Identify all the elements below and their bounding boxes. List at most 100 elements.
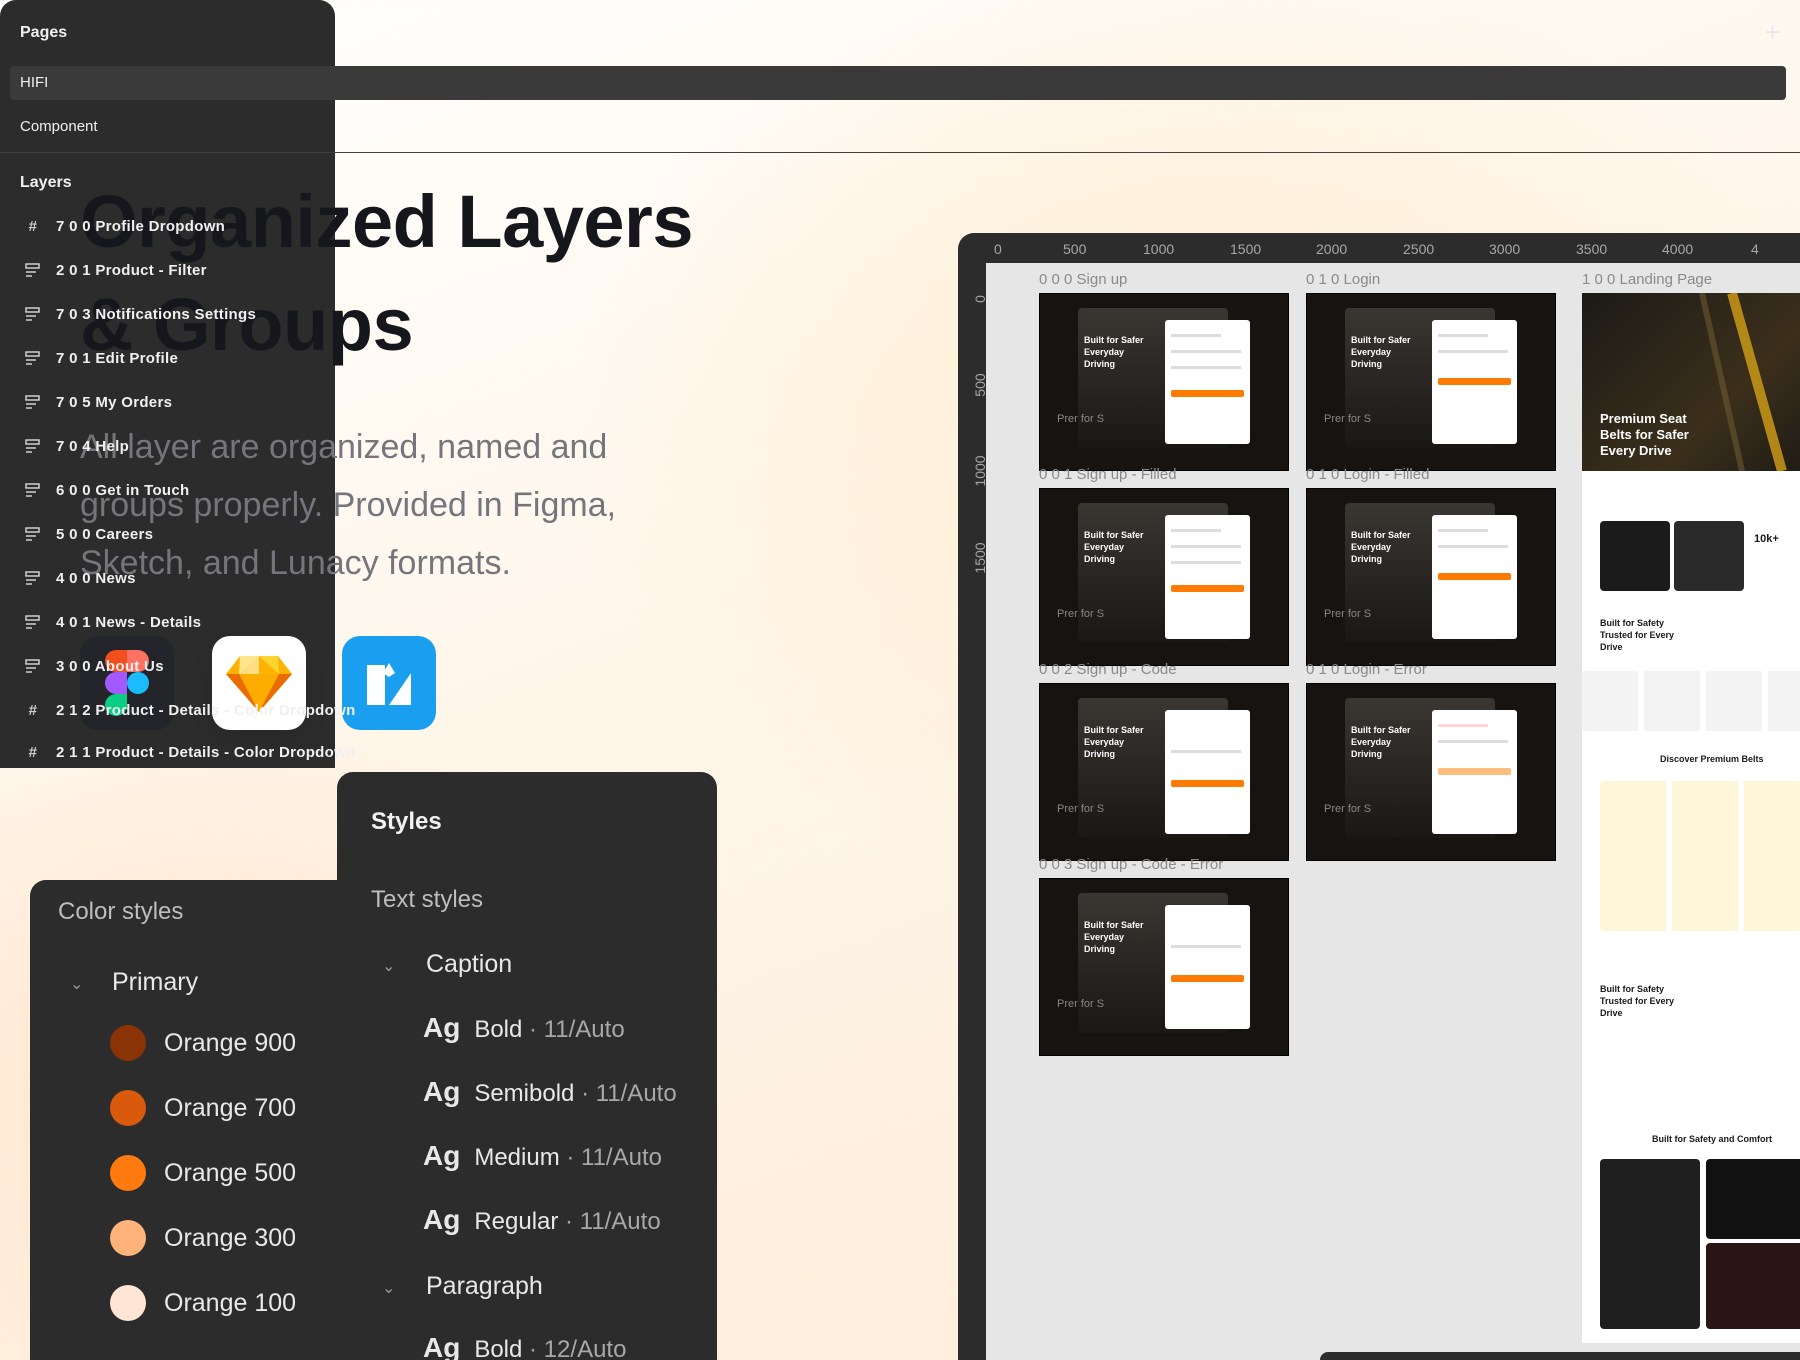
frame-label[interactable]: 0 1 0 Login - Error — [1306, 661, 1427, 678]
styles-panel: Styles Text styles ⌄ Caption Ag Bold · 1… — [337, 772, 717, 1360]
frame-thumbnail[interactable]: Built for Safer Everyday Driving Prer fo… — [1039, 878, 1289, 1056]
landing-section-title: Built for Safety Trusted for Every Drive — [1600, 618, 1675, 652]
frame-side-text: Prer for S — [1324, 803, 1372, 815]
color-styles-title: Color styles — [58, 898, 184, 925]
styles-title: Styles — [371, 808, 442, 835]
color-style-item[interactable]: Orange 900 — [110, 1025, 296, 1061]
frame-thumbnail[interactable]: Built for Safer Everyday Driving Prer fo… — [1039, 683, 1289, 861]
form-card — [1432, 320, 1517, 444]
form-card — [1165, 710, 1250, 834]
text-style-weight: Regular — [474, 1208, 559, 1235]
section-icon — [24, 393, 42, 411]
text-style-preview: Ag — [423, 1012, 461, 1043]
frame-thumbnail[interactable]: Built for Safer Everyday Driving Prer fo… — [1306, 683, 1556, 861]
color-style-item[interactable]: Orange 500 — [110, 1155, 296, 1191]
color-style-name: Orange 100 — [164, 1288, 297, 1317]
text-style-item[interactable]: Ag Bold · 12/Auto — [423, 1332, 626, 1360]
frame-thumbnail[interactable]: Built for Safer Everyday Driving Prer fo… — [1039, 293, 1289, 471]
lunacy-app-icon — [342, 636, 436, 730]
frame-icon: # — [28, 217, 38, 235]
text-style-weight: Semibold — [474, 1080, 575, 1107]
color-style-name: Orange 300 — [164, 1223, 297, 1252]
color-style-item[interactable]: Orange 300 — [110, 1220, 296, 1256]
frame-side-text: Prer for S — [1057, 803, 1105, 815]
frame-label[interactable]: 0 0 3 Sign up - Code - Error — [1039, 856, 1223, 873]
section-icon — [24, 261, 42, 279]
landing-page-thumbnail[interactable]: Premium Seat Belts for Safer Every Drive… — [1582, 293, 1800, 1343]
layer-item[interactable]: 2 0 1 Product - Filter — [24, 261, 207, 279]
layer-item[interactable]: 7 0 4 Help — [24, 437, 129, 455]
landing-card — [1706, 1243, 1800, 1329]
layer-item[interactable]: 6 0 0 Get in Touch — [24, 481, 189, 499]
text-style-meta: · 11/Auto — [565, 1208, 661, 1235]
frame-thumbnail[interactable]: Built for Safer Everyday Driving Prer fo… — [1306, 293, 1556, 471]
page-subtitle: All layer are organized, named and group… — [80, 428, 617, 582]
color-style-item[interactable]: Orange 700 — [110, 1090, 296, 1126]
canvas-area[interactable]: 0 0 0 Sign up Built for Safer Everyday D… — [986, 263, 1800, 1360]
layer-item[interactable]: 7 0 3 Notifications Settings — [24, 305, 256, 323]
pages-title: Pages — [20, 24, 68, 41]
frame-label[interactable]: 0 0 0 Sign up — [1039, 271, 1127, 288]
section-icon — [24, 305, 42, 323]
frame-side-text: Prer for S — [1057, 413, 1105, 425]
text-style-meta: · 11/Auto — [581, 1080, 677, 1107]
layer-item[interactable]: 5 0 0 Careers — [24, 525, 153, 543]
text-style-group-paragraph[interactable]: Paragraph — [426, 1272, 543, 1301]
frame-label[interactable]: 0 0 2 Sign up - Code — [1039, 661, 1177, 678]
layer-item[interactable]: #2 1 1 Product - Details - Color Dropdow… — [24, 743, 356, 761]
text-style-group-caption[interactable]: Caption — [426, 950, 512, 979]
chevron-down-icon[interactable]: ⌄ — [70, 974, 83, 994]
layer-name: 3 0 0 About Us — [56, 657, 164, 675]
layer-item[interactable]: 7 0 5 My Orders — [24, 393, 172, 411]
layer-item[interactable]: 4 0 0 News — [24, 569, 136, 587]
color-swatch — [110, 1220, 146, 1256]
text-style-weight: Bold — [474, 1336, 523, 1360]
frame-label[interactable]: 0 0 1 Sign up - Filled — [1039, 466, 1177, 483]
page-item-hifi[interactable]: HIFI — [10, 66, 1786, 100]
layer-name: 2 1 1 Product - Details - Color Dropdown — [56, 743, 356, 761]
frame-heading: Built for Safer Everyday Driving — [1084, 335, 1144, 369]
chevron-down-icon[interactable]: ⌄ — [382, 1278, 395, 1298]
text-style-item[interactable]: Ag Semibold · 11/Auto — [423, 1076, 677, 1108]
text-style-item[interactable]: Ag Bold · 11/Auto — [423, 1012, 625, 1044]
color-style-name: Orange 500 — [164, 1158, 297, 1187]
lunacy-icon — [367, 663, 411, 705]
ruler-tick: 4000 — [1662, 241, 1694, 257]
color-group-primary[interactable]: Primary — [112, 968, 198, 997]
color-swatch — [110, 1090, 146, 1126]
frame-label[interactable]: 0 1 0 Login — [1306, 271, 1380, 288]
color-swatch — [110, 1285, 146, 1321]
frame-thumbnail[interactable]: Built for Safer Everyday Driving Prer fo… — [1039, 488, 1289, 666]
layer-item[interactable]: 3 0 0 About Us — [24, 657, 164, 675]
layer-item[interactable]: #7 0 0 Profile Dropdown — [24, 217, 225, 235]
chevron-down-icon[interactable]: ⌄ — [382, 956, 395, 976]
text-style-preview: Ag — [423, 1140, 461, 1171]
ruler-tick: 2500 — [1403, 241, 1435, 257]
layer-item[interactable]: 4 0 1 News - Details — [24, 613, 201, 631]
frame-heading: Built for Safer Everyday Driving — [1084, 920, 1144, 954]
frame-icon: # — [28, 701, 38, 719]
landing-stat: 10k+ — [1754, 533, 1779, 545]
page-item-component[interactable]: Component — [10, 110, 1786, 144]
text-style-item[interactable]: Ag Medium · 11/Auto — [423, 1140, 662, 1172]
section-icon — [24, 657, 42, 675]
color-style-item[interactable]: Orange 100 — [110, 1285, 296, 1321]
text-style-item[interactable]: Ag Regular · 11/Auto — [423, 1204, 661, 1236]
layer-name: 4 0 1 News - Details — [56, 613, 202, 631]
section-icon — [24, 569, 42, 587]
frame-label[interactable]: 1 0 0 Landing Page — [1582, 271, 1712, 288]
layer-name: 2 0 1 Product - Filter — [56, 261, 207, 279]
layer-item[interactable]: 7 0 1 Edit Profile — [24, 349, 178, 367]
design-canvas-window: 0 500 1000 1500 2000 2500 3000 3500 4000… — [958, 233, 1800, 1360]
text-style-weight: Medium — [474, 1144, 560, 1171]
bottom-panel-edge — [1320, 1352, 1800, 1360]
landing-product-strip — [1582, 671, 1800, 731]
section-icon — [24, 613, 42, 631]
frame-label[interactable]: 0 1 0 Login - Filled — [1306, 466, 1429, 483]
ruler-tick: 0 — [994, 241, 1002, 257]
frame-thumbnail[interactable]: Built for Safer Everyday Driving Prer fo… — [1306, 488, 1556, 666]
color-style-name: Orange 700 — [164, 1093, 297, 1122]
landing-card — [1674, 521, 1744, 591]
frame-icon: # — [28, 743, 38, 761]
layer-item[interactable]: #2 1 2 Product - Details - Color Dropdow… — [24, 701, 356, 719]
